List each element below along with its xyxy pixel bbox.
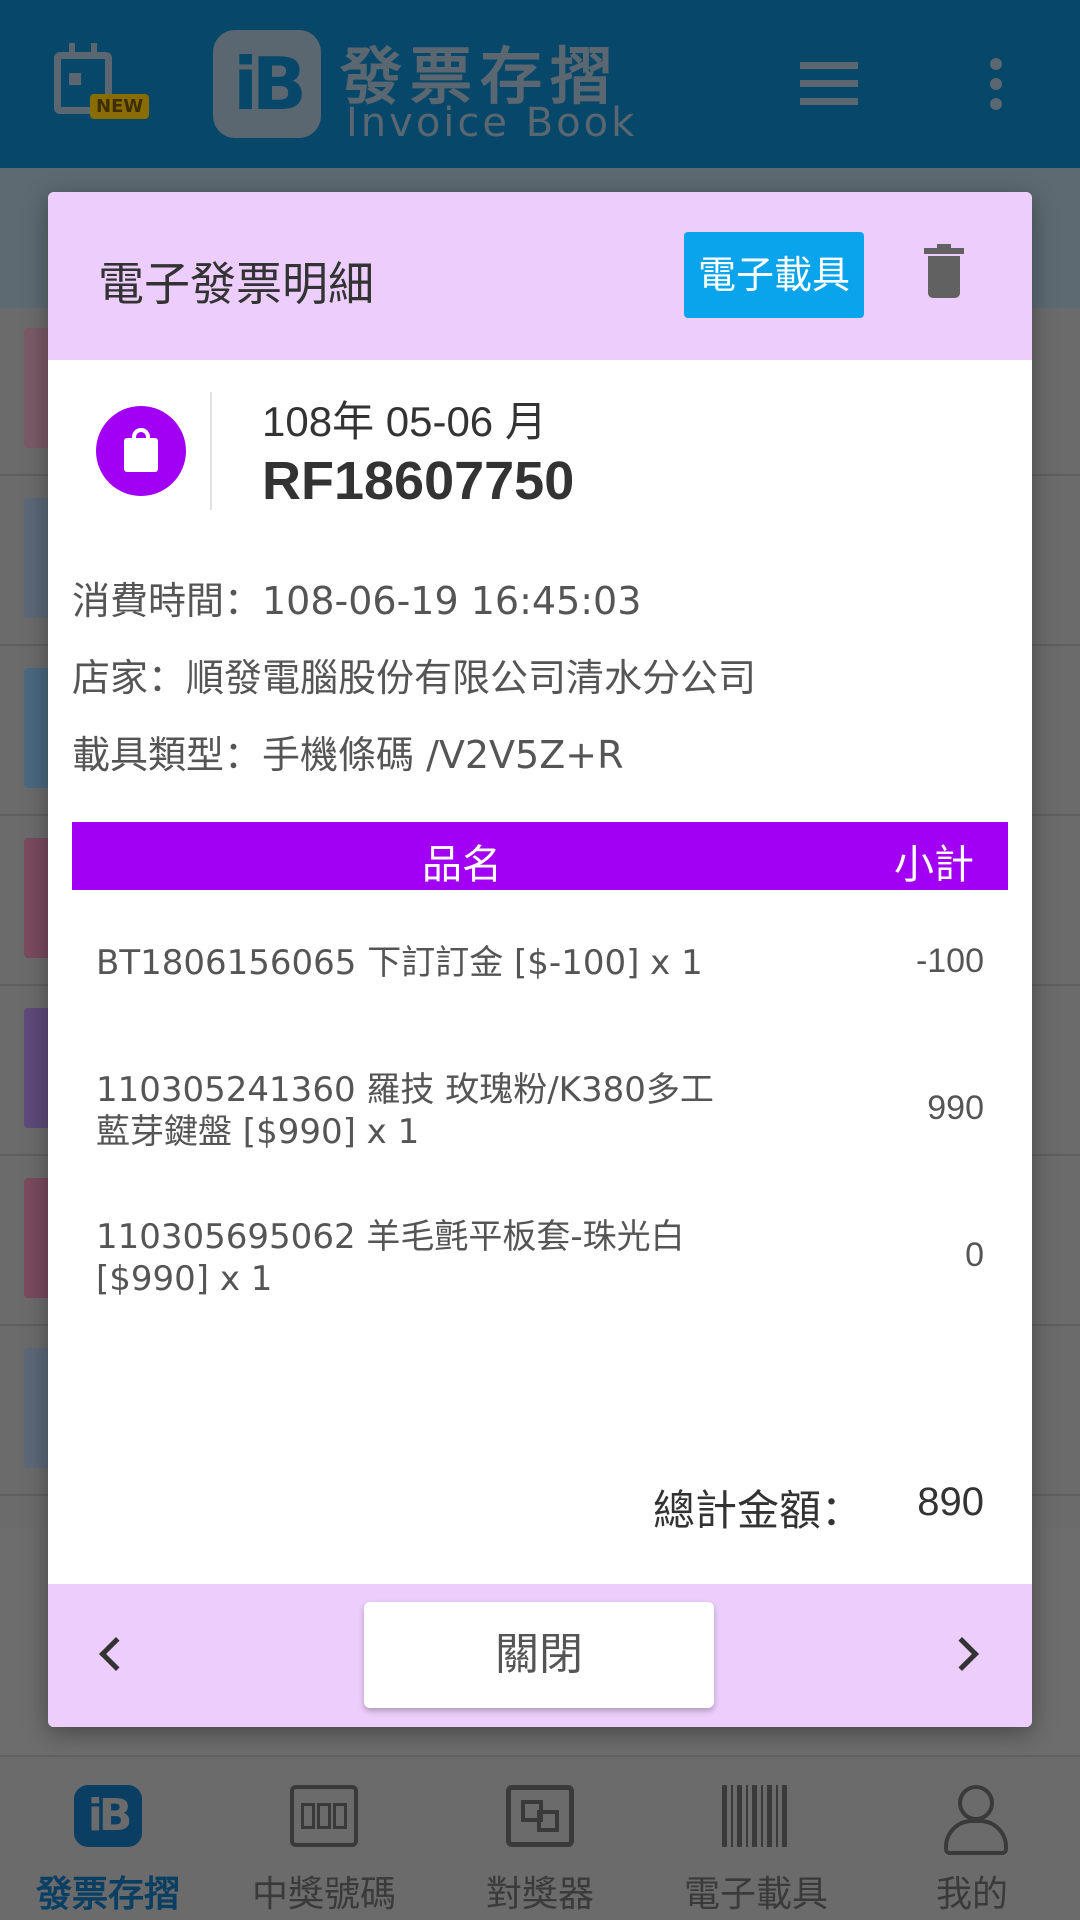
nav-label: 發票存摺 <box>35 1874 180 1915</box>
chevron-left-icon[interactable] <box>90 1634 134 1678</box>
app-bar: NEW iB 發票存摺 Invoice Book <box>0 0 1080 168</box>
barcode-icon <box>722 1785 790 1847</box>
item-name: BT1806156065 下訂訂金 [$-100] x 1 <box>96 943 703 983</box>
e-carrier-button[interactable]: 電子載具 <box>684 232 864 318</box>
item-amount: 0 <box>965 1236 984 1274</box>
app-logo-icon: iB <box>213 30 321 138</box>
winning-numbers-icon <box>290 1785 358 1847</box>
total-label: 總計金額： <box>653 1486 864 1535</box>
invoice-number: RF18607750 <box>262 451 575 511</box>
delete-icon[interactable] <box>924 244 964 300</box>
shopping-bag-icon <box>96 406 186 496</box>
nav-label: 對獎器 <box>485 1874 594 1915</box>
item-name: 110305241360 羅技 玫瑰粉/K380多工藍芽鍵盤 [$990] x … <box>96 1070 714 1152</box>
divider <box>210 392 212 510</box>
column-subtotal: 小計 <box>894 842 974 888</box>
nav-e-carrier[interactable]: 電子載具 <box>648 1757 864 1920</box>
item-amount: 990 <box>927 1089 984 1127</box>
nav-label: 中獎號碼 <box>251 1874 396 1915</box>
invoice-detail-dialog: 電子發票明細 電子載具 108年 05-06 月 RF18607750 消費時間… <box>48 192 1032 1727</box>
qr-scanner-icon <box>506 1785 574 1847</box>
dialog-footer: 關閉 <box>48 1584 1032 1727</box>
items-table-header: 品名 小計 <box>72 822 1008 890</box>
nav-winning-numbers[interactable]: 中獎號碼 <box>216 1757 432 1920</box>
more-vert-icon[interactable] <box>988 58 1004 110</box>
nav-label: 我的 <box>935 1874 1008 1915</box>
total-value: 890 <box>917 1480 984 1524</box>
dialog-header: 電子發票明細 電子載具 <box>48 192 1032 360</box>
chevron-right-icon[interactable] <box>945 1634 990 1678</box>
store-name: 店家：順發電腦股份有限公司清水分公司 <box>72 656 757 700</box>
person-icon <box>938 1785 1008 1855</box>
invoice-period: 108年 05-06 月 <box>262 398 547 445</box>
nav-prize-checker[interactable]: 對獎器 <box>432 1757 648 1920</box>
bottom-navigation: iB 發票存摺 中獎號碼 對獎器 電子載具 我的 <box>0 1755 1080 1920</box>
new-badge: NEW <box>90 94 150 119</box>
item-name: 110305695062 羊毛氈平板套-珠光白 [$990] x 1 <box>96 1217 685 1299</box>
item-amount: -100 <box>915 942 984 980</box>
nav-profile[interactable]: 我的 <box>864 1757 1080 1920</box>
app-title-en: Invoice Book <box>346 100 638 146</box>
dialog-title: 電子發票明細 <box>98 257 374 311</box>
close-button[interactable]: 關閉 <box>364 1602 714 1708</box>
column-item-name: 品名 <box>422 842 502 888</box>
nav-label: 電子載具 <box>683 1874 828 1915</box>
invoice-book-icon: iB <box>74 1785 142 1847</box>
consume-time: 消費時間：108-06-19 16:45:03 <box>72 579 642 623</box>
nav-invoice-book[interactable]: iB 發票存摺 <box>0 1757 216 1920</box>
carrier-type: 載具類型：手機條碼 /V2V5Z+R <box>72 733 624 777</box>
tune-icon[interactable] <box>800 58 858 110</box>
